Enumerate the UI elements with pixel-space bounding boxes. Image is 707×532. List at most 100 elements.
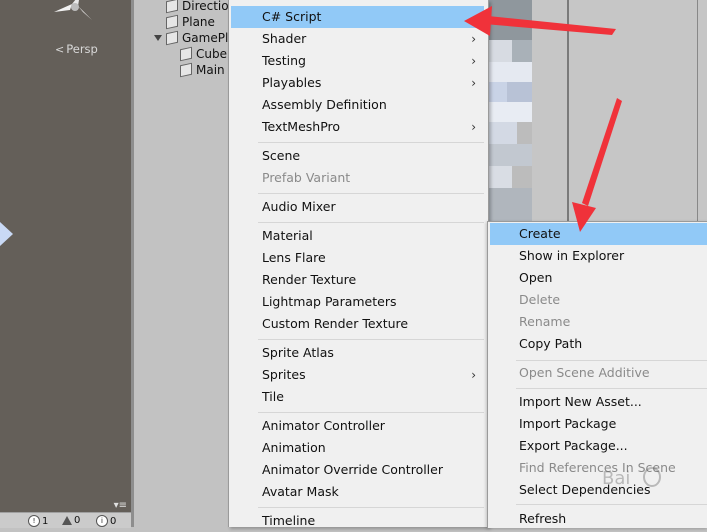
menu-item-animation[interactable]: Animation [229,437,488,459]
warning-icon [62,516,72,525]
hierarchy-item[interactable]: GamePl [154,30,228,46]
menu-item-label: C# Script [262,9,322,24]
menu-separator [516,504,707,505]
menu-separator [258,412,484,413]
menu-item-animator-controller[interactable]: Animator Controller [229,415,488,437]
menu-item-label: Import Package [519,416,617,431]
menu-item-scene[interactable]: Scene [229,145,488,167]
console-status-bar: ▾≡ ! 1 0 i0 [0,500,131,528]
message-count-text: 0 [110,515,117,527]
menu-item-create[interactable]: Create [490,223,707,245]
perspective-label[interactable]: < Persp [55,42,98,56]
gameobject-icon [166,0,178,14]
menu-item-label: Sprites [262,367,306,382]
menu-item-lens-flare[interactable]: Lens Flare [229,247,488,269]
menu-item-label: Prefab Variant [262,170,351,185]
menu-item-timeline[interactable]: Timeline [229,510,488,532]
create-context-menu: C# Script Shader › Testing › Playables › Assemb… [228,0,489,528]
menu-item-audio-mixer[interactable]: Audio Mixer [229,196,488,218]
menu-item-import-new-asset[interactable]: Import New Asset... [488,391,707,413]
menu-item-delete[interactable]: Delete [488,289,707,311]
menu-item-lightmap-parameters[interactable]: Lightmap Parameters [229,291,488,313]
menu-separator [258,339,484,340]
menu-item-playables[interactable]: Playables › [229,72,488,94]
hierarchy-item-label: Cube [196,47,227,61]
menu-item-label: Sprite Atlas [262,345,334,360]
menu-item-avatar-mask[interactable]: Avatar Mask [229,481,488,503]
hierarchy-item[interactable]: Directio [166,0,229,14]
menu-item-label: Import New Asset... [519,394,642,409]
menu-item-label: Timeline [262,513,316,528]
menu-separator [258,507,484,508]
menu-item-label: Playables [262,75,322,90]
scene-view[interactable]: < Persp ▾≡ ! 1 0 i0 [0,0,131,528]
menu-item-label: Scene [262,148,301,163]
menu-item-label: Audio Mixer [262,199,336,214]
menu-item-prefab-variant[interactable]: Prefab Variant [229,167,488,189]
submenu-arrow-icon: › [471,368,476,382]
menu-separator [258,142,484,143]
menu-item-label: Open [519,270,553,285]
menu-item-label: Copy Path [519,336,583,351]
hierarchy-item-label: Plane [182,15,215,29]
menu-item-label: Tile [262,389,284,404]
menu-item-animator-override-controller[interactable]: Animator Override Controller [229,459,488,481]
menu-item-label: Testing [262,53,306,68]
message-count[interactable]: i0 [96,515,116,527]
menu-item-sprite-atlas[interactable]: Sprite Atlas [229,342,488,364]
menu-item-select-dependencies[interactable]: Select Dependencies [488,479,707,501]
menu-item-shader[interactable]: Shader › [229,28,488,50]
hierarchy-item[interactable]: Main [180,62,225,78]
menu-item-label: Assembly Definition [262,97,387,112]
hierarchy-item[interactable]: Plane [166,14,215,30]
menu-item-label: Lens Flare [262,250,326,265]
menu-item-label: Avatar Mask [262,484,339,499]
submenu-arrow-icon: › [471,76,476,90]
error-icon: ! [28,515,40,527]
menu-item-copy-path[interactable]: Copy Path [488,333,707,355]
warning-count-text: 0 [74,515,81,526]
menu-item-export-package[interactable]: Export Package... [488,435,707,457]
menu-item-rename[interactable]: Rename [488,311,707,333]
warning-count[interactable]: 0 [62,515,80,526]
hierarchy-item[interactable]: Cube [180,46,227,62]
gameobject-icon [166,30,178,46]
menu-item-textmeshpro[interactable]: TextMeshPro › [229,116,488,138]
error-count[interactable]: ! 1 [28,515,48,527]
gameobject-icon [166,14,178,30]
menu-item-c-script[interactable]: C# Script [231,6,484,28]
panel-menu-icon[interactable]: ▾≡ [114,500,127,511]
menu-item-sprites[interactable]: Sprites › [229,364,488,386]
menu-item-custom-render-texture[interactable]: Custom Render Texture [229,313,488,335]
menu-item-import-package[interactable]: Import Package [488,413,707,435]
menu-item-label: Shader [262,31,307,46]
hierarchy-item-label: GamePl [182,31,229,45]
menu-item-label: Show in Explorer [519,248,625,263]
menu-item-label: Create [519,226,561,241]
menu-separator [258,222,484,223]
menu-item-label: Export Package... [519,438,628,453]
menu-item-material[interactable]: Material [229,225,488,247]
project-thumbnail [487,0,567,222]
scene-gizmo-icon[interactable] [50,0,102,28]
assets-context-menu: Create Show in Explorer Open Delete Rename Co… [487,221,707,528]
menu-separator [516,360,707,361]
menu-item-testing[interactable]: Testing › [229,50,488,72]
error-count-text: 1 [42,515,49,527]
perspective-icon: < [55,43,65,56]
menu-item-assembly-definition[interactable]: Assembly Definition [229,94,488,116]
gameobject-icon [180,62,192,78]
menu-item-label: Animator Controller [262,418,385,433]
menu-item-open[interactable]: Open [488,267,707,289]
expand-arrow-icon[interactable] [154,35,162,41]
menu-item-open-scene-additive[interactable]: Open Scene Additive [488,362,707,384]
menu-item-show-in-explorer[interactable]: Show in Explorer [488,245,707,267]
menu-item-render-texture[interactable]: Render Texture [229,269,488,291]
panel-divider [697,0,698,222]
hierarchy-item-label: Main [196,63,225,77]
menu-item-find-references-in-scene[interactable]: Find References In Scene [488,457,707,479]
menu-item-label: Render Texture [262,272,357,287]
menu-item-label: Refresh [519,511,567,526]
menu-separator [516,388,707,389]
menu-item-tile[interactable]: Tile [229,386,488,408]
